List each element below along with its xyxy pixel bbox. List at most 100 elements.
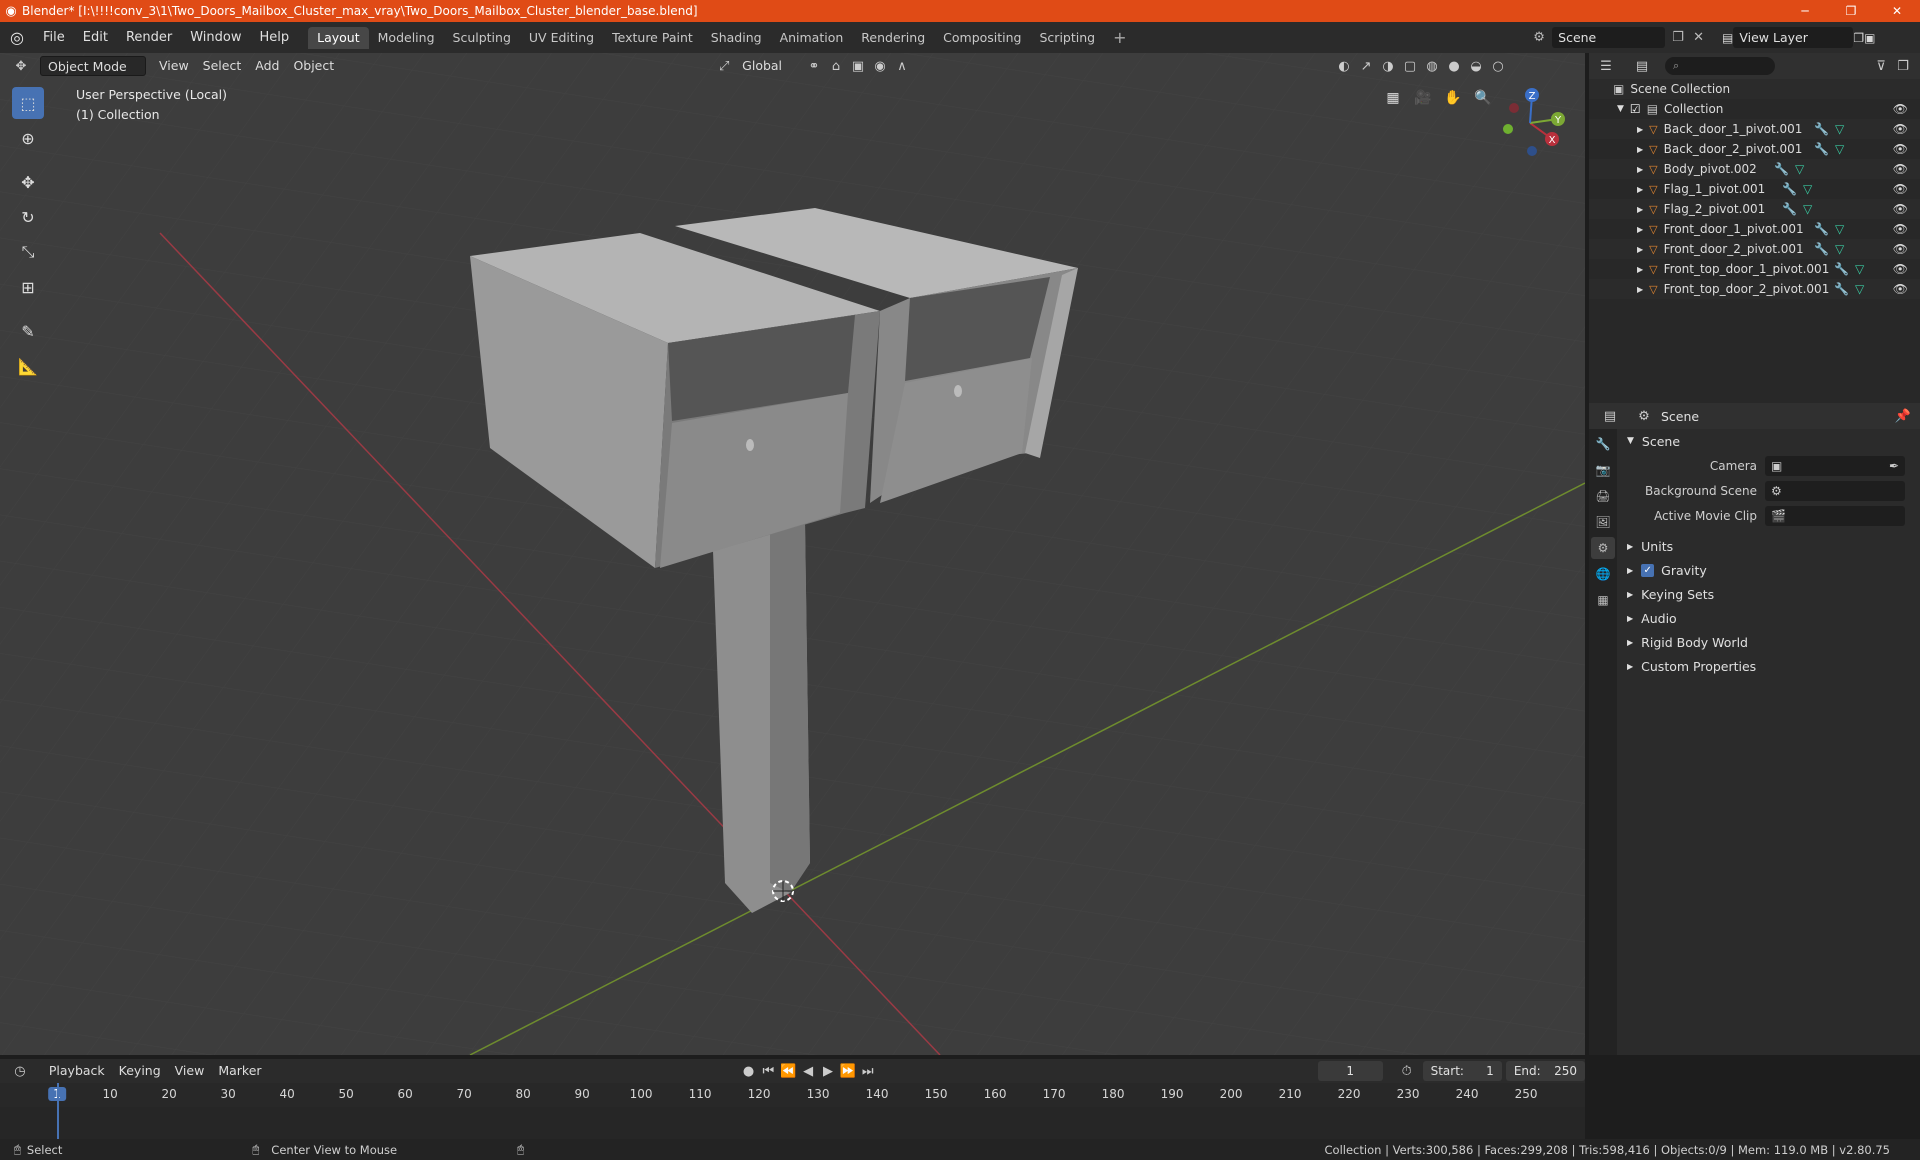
navigation-gizmo[interactable]: X Y Z bbox=[1490, 83, 1570, 163]
tab-uv-editing[interactable]: UV Editing bbox=[520, 27, 603, 49]
expand-arrow-icon[interactable]: ▶ bbox=[1637, 125, 1643, 134]
proportional-edit-icon[interactable]: ◉ bbox=[869, 56, 891, 76]
transform-orientation-dropdown[interactable]: Global bbox=[735, 56, 789, 76]
outliner-editor-icon[interactable]: ☰ bbox=[1595, 56, 1617, 76]
new-collection-icon[interactable]: ❐ bbox=[1892, 56, 1914, 76]
render-tab-icon[interactable]: 📷 bbox=[1591, 459, 1615, 481]
mesh-data-icon[interactable]: ▽ bbox=[1803, 202, 1812, 216]
record-button-icon[interactable]: ● bbox=[739, 1061, 759, 1081]
mesh-data-icon[interactable]: ▽ bbox=[1855, 282, 1864, 296]
playhead[interactable] bbox=[57, 1083, 59, 1139]
mesh-data-icon[interactable]: ▽ bbox=[1835, 222, 1844, 236]
tab-shading[interactable]: Shading bbox=[702, 27, 771, 49]
add-workspace-button[interactable]: + bbox=[1104, 27, 1135, 49]
properties-editor-icon[interactable]: ▤ bbox=[1599, 406, 1621, 426]
outliner-object-row[interactable]: ▶ ▽ Flag_2_pivot.001 🔧 ▽ 👁 bbox=[1589, 199, 1920, 219]
outliner-collection[interactable]: ▼ ☑ ▤ Collection 👁 bbox=[1589, 99, 1920, 119]
background-scene-field[interactable]: ⚙ bbox=[1765, 480, 1905, 501]
expand-arrow-icon[interactable]: ▶ bbox=[1627, 662, 1633, 671]
jump-end-icon[interactable]: ⏭ bbox=[858, 1061, 878, 1081]
expand-arrow-icon[interactable]: ▶ bbox=[1637, 245, 1643, 254]
menu-select[interactable]: Select bbox=[196, 56, 249, 76]
menu-object[interactable]: Object bbox=[286, 56, 341, 76]
eye-icon[interactable]: 👁 bbox=[1893, 122, 1908, 136]
close-button[interactable]: ✕ bbox=[1874, 0, 1920, 22]
shading-material-icon[interactable]: ◒ bbox=[1465, 56, 1487, 76]
gizmo-neg-x[interactable] bbox=[1509, 103, 1519, 113]
outliner-object-row[interactable]: ▶ ▽ Back_door_1_pivot.001 🔧 ▽ 👁 bbox=[1589, 119, 1920, 139]
pin-icon[interactable]: 📌 bbox=[1892, 406, 1914, 426]
expand-arrow-icon[interactable]: ▼ bbox=[1617, 104, 1624, 114]
gravity-panel[interactable]: ▶ ✓ Gravity bbox=[1617, 558, 1920, 582]
select-box-tool-icon[interactable]: ⬚ bbox=[12, 87, 44, 119]
tab-layout[interactable]: Layout bbox=[308, 26, 369, 49]
gizmo-x-label[interactable]: X bbox=[1549, 135, 1556, 146]
toggle-grid-icon[interactable]: ▦ bbox=[1380, 85, 1406, 111]
xray-icon[interactable]: ▢ bbox=[1399, 56, 1421, 76]
eye-icon[interactable]: 👁 bbox=[1893, 262, 1908, 276]
scale-tool-icon[interactable]: ⤡ bbox=[12, 236, 44, 268]
transform-tool-icon[interactable]: ⊞ bbox=[12, 271, 44, 303]
keying-menu[interactable]: Keying bbox=[112, 1061, 168, 1081]
outliner-object-row[interactable]: ▶ ▽ Back_door_2_pivot.001 🔧 ▽ 👁 bbox=[1589, 139, 1920, 159]
pivot-point-icon[interactable]: ⚭ bbox=[803, 56, 825, 76]
menu-file[interactable]: File bbox=[34, 22, 74, 53]
menu-help[interactable]: Help bbox=[251, 22, 299, 53]
expand-arrow-icon[interactable]: ▶ bbox=[1637, 285, 1643, 294]
collection-checkbox-icon[interactable]: ☑ bbox=[1630, 102, 1641, 116]
camera-field[interactable]: ▣ ✒ bbox=[1765, 455, 1905, 476]
gizmo-neg-z[interactable] bbox=[1527, 146, 1537, 156]
playback-menu[interactable]: Playback bbox=[42, 1061, 112, 1081]
marker-menu[interactable]: Marker bbox=[211, 1061, 268, 1081]
scene-name-field[interactable]: Scene bbox=[1552, 27, 1665, 48]
scene-icon[interactable]: ⚙ bbox=[1526, 30, 1552, 45]
tab-animation[interactable]: Animation bbox=[771, 27, 853, 49]
menu-view[interactable]: View bbox=[152, 56, 196, 76]
expand-arrow-icon[interactable]: ▶ bbox=[1627, 542, 1633, 551]
play-reverse-icon[interactable]: ◀ bbox=[798, 1061, 818, 1081]
jump-start-icon[interactable]: ⏮ bbox=[758, 1061, 778, 1081]
timeline-editor-icon[interactable]: ◷ bbox=[10, 1061, 30, 1081]
mesh-data-icon[interactable]: ▽ bbox=[1795, 162, 1804, 176]
modifier-wrench-icon[interactable]: 🔧 bbox=[1814, 142, 1829, 156]
viewport-scene[interactable] bbox=[0, 53, 1585, 1055]
menu-add[interactable]: Add bbox=[248, 56, 286, 76]
menu-edit[interactable]: Edit bbox=[74, 22, 117, 53]
delete-view-layer-icon[interactable]: ▣ bbox=[1864, 31, 1880, 45]
texture-tab-icon[interactable]: ▦ bbox=[1591, 589, 1615, 611]
shading-rendered-icon[interactable]: ○ bbox=[1487, 56, 1509, 76]
collapse-arrow-icon[interactable]: ▼ bbox=[1627, 436, 1634, 446]
measure-tool-icon[interactable]: 📐 bbox=[12, 350, 44, 382]
expand-arrow-icon[interactable]: ▶ bbox=[1637, 145, 1643, 154]
expand-arrow-icon[interactable]: ▶ bbox=[1627, 590, 1633, 599]
mesh-data-icon[interactable]: ▽ bbox=[1835, 122, 1844, 136]
rotate-tool-icon[interactable]: ↻ bbox=[12, 201, 44, 233]
outliner-object-row[interactable]: ▶ ▽ Front_door_1_pivot.001 🔧 ▽ 👁 bbox=[1589, 219, 1920, 239]
custom-properties-panel[interactable]: ▶ Custom Properties bbox=[1617, 654, 1920, 678]
outliner-search-input[interactable]: ⌕ bbox=[1665, 57, 1775, 75]
eye-icon[interactable]: 👁 bbox=[1893, 222, 1908, 236]
falloff-icon[interactable]: ∧ bbox=[891, 56, 913, 76]
expand-arrow-icon[interactable]: ▶ bbox=[1637, 185, 1643, 194]
tab-compositing[interactable]: Compositing bbox=[934, 27, 1030, 49]
minimize-button[interactable]: ─ bbox=[1782, 0, 1828, 22]
expand-arrow-icon[interactable]: ▶ bbox=[1627, 638, 1633, 647]
keying-sets-panel[interactable]: ▶ Keying Sets bbox=[1617, 582, 1920, 606]
cursor-tool-icon[interactable]: ⊕ bbox=[12, 122, 44, 154]
new-scene-icon[interactable]: ❐ bbox=[1665, 30, 1691, 45]
end-frame-field[interactable]: End: 250 bbox=[1505, 1061, 1586, 1081]
eye-icon[interactable]: 👁 bbox=[1893, 142, 1908, 156]
mesh-data-icon[interactable]: ▽ bbox=[1835, 142, 1844, 156]
annotate-tool-icon[interactable]: ✎ bbox=[12, 315, 44, 347]
timeline-ruler[interactable]: 1102030405060708090100110120130140150160… bbox=[0, 1083, 1585, 1107]
preview-range-icon[interactable]: ⏱ bbox=[1397, 1061, 1417, 1081]
rigid-body-world-panel[interactable]: ▶ Rigid Body World bbox=[1617, 630, 1920, 654]
view-layer-icon[interactable]: ▤ bbox=[1722, 31, 1733, 45]
gizmo-toggle-icon[interactable]: ↗ bbox=[1355, 56, 1377, 76]
3d-viewport[interactable]: ✥ Object Mode View Select Add Object ⤢ G… bbox=[0, 53, 1585, 1055]
modifier-wrench-icon[interactable]: 🔧 bbox=[1774, 162, 1789, 176]
view-layer-tab-icon[interactable]: 🖼 bbox=[1591, 511, 1615, 533]
modifier-wrench-icon[interactable]: 🔧 bbox=[1814, 242, 1829, 256]
visibility-icon[interactable]: ◐ bbox=[1333, 56, 1355, 76]
expand-arrow-icon[interactable]: ▶ bbox=[1627, 614, 1633, 623]
